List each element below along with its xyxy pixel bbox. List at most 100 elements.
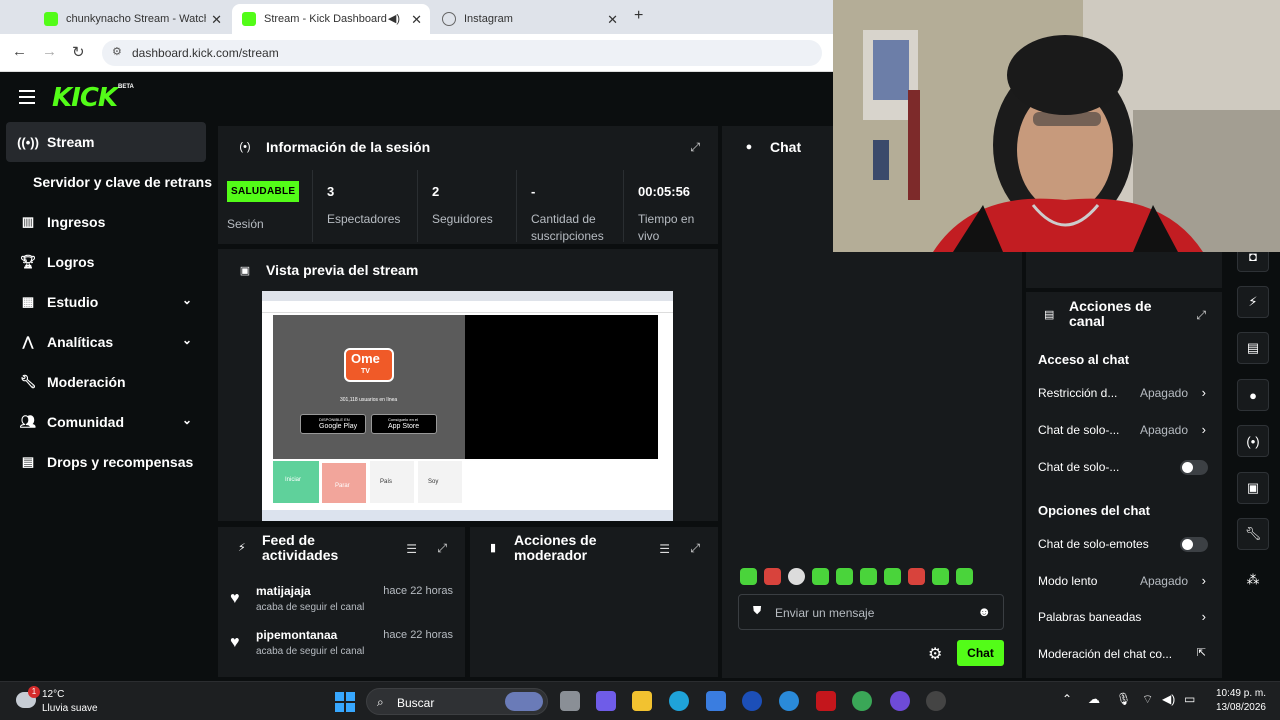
- site-info-icon[interactable]: ⚙: [112, 45, 122, 58]
- windows-start-icon[interactable]: [335, 692, 355, 712]
- reload-icon[interactable]: ↻: [72, 43, 85, 61]
- activity-text: acaba de seguir el canal: [256, 602, 365, 613]
- notification-badge: 1: [28, 686, 40, 698]
- address-bar-row: ← → ↻ ⚙ dashboard.kick.com/stream: [0, 34, 833, 72]
- sidebar: ((•)) Stream Servidor y clave de retrans…: [0, 122, 212, 680]
- close-icon[interactable]: ✕: [411, 12, 422, 28]
- quick-actions-strip: ◘ ⚡︎ ▤ ● (•) ▣ 🔧︎ ⁂: [1226, 240, 1280, 680]
- toggle-switch[interactable]: [1180, 537, 1208, 552]
- chrome-icon[interactable]: [852, 691, 872, 711]
- edge-icon[interactable]: [669, 691, 689, 711]
- emote-icon[interactable]: [932, 568, 949, 585]
- google-play-badge[interactable]: DISPONIBLE EN Google Play: [300, 414, 366, 434]
- chrome-profile-icon[interactable]: [890, 691, 910, 711]
- sidebar-item-logros[interactable]: 🏆︎ Logros: [6, 242, 206, 282]
- tab-chunkynacho[interactable]: chunkynacho Stream - Watch Li ✕: [34, 4, 230, 34]
- follower-name[interactable]: pipemontanaa: [256, 628, 337, 642]
- close-icon[interactable]: ✕: [211, 12, 222, 28]
- emote-icon[interactable]: [764, 568, 781, 585]
- kick-logo[interactable]: KICK: [52, 83, 118, 113]
- sidebar-item-stream[interactable]: ((•)) Stream: [6, 122, 206, 162]
- task-view-icon[interactable]: [560, 691, 580, 711]
- panel-header: (•) Información de la sesión ⤢: [218, 126, 718, 168]
- mcafee-icon[interactable]: [816, 691, 836, 711]
- document-icon[interactable]: ▤: [1237, 332, 1269, 364]
- help-icon[interactable]: [779, 691, 799, 711]
- expand-icon[interactable]: ⤢: [690, 140, 700, 155]
- microphone-icon[interactable]: 🎙︎: [1116, 692, 1131, 706]
- expand-icon[interactable]: ⤢: [690, 541, 700, 556]
- emote-icon[interactable]: [740, 568, 757, 585]
- wrench-icon[interactable]: 🔧︎: [1237, 518, 1269, 550]
- start-button[interactable]: Iniciar: [273, 461, 319, 503]
- speaker-icon[interactable]: ◀): [388, 12, 400, 25]
- stat-live-time: 00:05:56 Tiempo en vivo: [624, 170, 718, 243]
- stream-preview-video[interactable]: Ome TV 301,118 usuarios en línea DISPONI…: [262, 291, 673, 521]
- country-button[interactable]: País: [370, 461, 414, 503]
- filter-icon[interactable]: ☰: [406, 542, 417, 556]
- clock[interactable]: 10:49 p. m. 13/08/2026: [1212, 687, 1266, 715]
- row-chat-moderation[interactable]: Moderación del chat co... ⇱: [1038, 645, 1210, 665]
- row-value: Apagado: [1139, 574, 1188, 588]
- chevron-up-icon[interactable]: ⌃: [1062, 692, 1072, 706]
- forward-arrow-icon[interactable]: →: [42, 43, 57, 60]
- sidebar-item-server-key[interactable]: Servidor y clave de retransmisión: [6, 162, 212, 202]
- emote-icon[interactable]: [836, 568, 853, 585]
- copilot-icon[interactable]: [596, 691, 616, 711]
- file-explorer-icon[interactable]: [632, 691, 652, 711]
- section-title: Acceso al chat: [1038, 352, 1130, 367]
- chat-bubble-icon[interactable]: ●: [1237, 379, 1269, 411]
- expand-icon[interactable]: ⤢: [437, 541, 447, 556]
- menu-icon[interactable]: [19, 90, 35, 104]
- sidebar-item-estudio[interactable]: ▦ Estudio ⌄: [6, 282, 206, 322]
- battery-icon[interactable]: ▭: [1184, 692, 1195, 706]
- sidebar-item-ingresos[interactable]: ▥ Ingresos: [6, 202, 206, 242]
- stop-button[interactable]: Parar: [322, 463, 366, 503]
- volume-icon[interactable]: ◀): [1162, 692, 1175, 706]
- broadcast-icon[interactable]: (•): [1237, 425, 1269, 457]
- row-followers-only[interactable]: Chat de solo-... Apagado ›: [1038, 421, 1210, 441]
- emote-icon[interactable]: [956, 568, 973, 585]
- emote-icon[interactable]: [908, 568, 925, 585]
- wifi-icon[interactable]: ⌔: [1142, 692, 1153, 707]
- follower-name[interactable]: matijajaja: [256, 584, 311, 598]
- gender-button[interactable]: Soy: [418, 461, 462, 503]
- emote-icon[interactable]: [788, 568, 805, 585]
- emote-icon[interactable]: [812, 568, 829, 585]
- layout-icon[interactable]: ▣: [1237, 472, 1269, 504]
- emote-icon[interactable]: [860, 568, 877, 585]
- expand-icon[interactable]: ⤢: [1196, 308, 1206, 323]
- list-item: ♥ matijajaja hace 22 horas acaba de segu…: [218, 583, 465, 623]
- back-arrow-icon[interactable]: ←: [12, 43, 27, 60]
- row-value: Apagado: [1139, 386, 1188, 400]
- share-icon[interactable]: ⁂: [1237, 564, 1269, 596]
- filter-icon[interactable]: ☰: [659, 542, 670, 556]
- row-banned-words[interactable]: Palabras baneadas ›: [1038, 608, 1210, 628]
- chat-message-input[interactable]: [775, 603, 975, 623]
- row-slow-mode[interactable]: Modo lento Apagado ›: [1038, 572, 1210, 592]
- emote-icon[interactable]: [884, 568, 901, 585]
- toggle-switch[interactable]: [1180, 460, 1208, 475]
- row-label: Chat de solo-...: [1038, 460, 1120, 474]
- send-chat-button[interactable]: Chat: [957, 640, 1004, 666]
- sidebar-item-comunidad[interactable]: 👥︎ Comunidad ⌄: [6, 402, 206, 442]
- store-icon[interactable]: [706, 691, 726, 711]
- new-tab-button[interactable]: +: [634, 7, 643, 25]
- close-icon[interactable]: ✕: [607, 12, 618, 28]
- weather-widget[interactable]: 1 12°C Lluvia suave: [16, 686, 136, 716]
- emoji-icon[interactable]: ☻: [977, 604, 991, 619]
- url-field[interactable]: ⚙ dashboard.kick.com/stream: [102, 40, 822, 66]
- cloud-icon[interactable]: ☁: [1088, 692, 1100, 706]
- obs-icon[interactable]: [926, 691, 946, 711]
- hp-icon[interactable]: [742, 691, 762, 711]
- sidebar-item-drops[interactable]: ▤ Drops y recompensas: [6, 442, 206, 482]
- tab-kick-dashboard[interactable]: Stream - Kick Dashboard ◀) ✕: [232, 4, 430, 34]
- taskbar-search[interactable]: ⌕ Buscar: [366, 688, 548, 715]
- row-restriction[interactable]: Restricción d... Apagado ›: [1038, 384, 1210, 404]
- tab-instagram[interactable]: Instagram ✕: [432, 4, 626, 34]
- app-store-badge[interactable]: Consíguelo en el App Store: [371, 414, 437, 434]
- lightning-icon[interactable]: ⚡︎: [1237, 286, 1269, 318]
- sidebar-item-moderacion[interactable]: 🔧︎ Moderación: [6, 362, 206, 402]
- sidebar-item-analiticas[interactable]: ⋀ Analíticas ⌄: [6, 322, 206, 362]
- gear-icon[interactable]: ⚙: [928, 644, 942, 664]
